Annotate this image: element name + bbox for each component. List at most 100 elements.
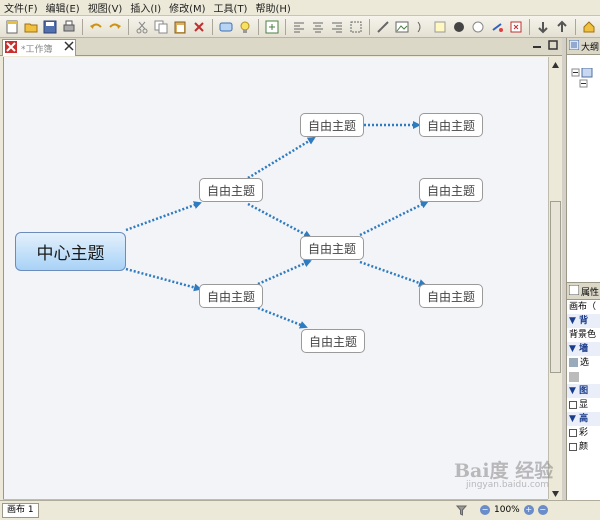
topic-node-top[interactable]: 自由主题 — [300, 113, 364, 137]
row-select[interactable]: 选 — [567, 356, 600, 370]
home-icon[interactable] — [581, 19, 597, 35]
vertical-scroll-thumb[interactable] — [550, 201, 561, 373]
toolbar-separator — [529, 18, 530, 35]
section-wallpaper[interactable]: ▼ 墙 — [567, 342, 600, 356]
topic-node-low[interactable]: 自由主题 — [301, 329, 365, 353]
print-icon[interactable] — [61, 19, 77, 35]
editor-area: *工作簿 中心主题 自由主题 自由主题 自由主题 自由主题 自由主题 自由主题 … — [0, 38, 562, 520]
hyperlink-icon[interactable] — [489, 19, 505, 35]
watermark-sub: jingyan.baidu.com — [466, 480, 550, 490]
paste-icon[interactable] — [172, 19, 188, 35]
close-tab-icon[interactable] — [64, 41, 74, 54]
redo-icon[interactable] — [107, 19, 123, 35]
topic-node-right-top[interactable]: 自由主题 — [419, 113, 483, 137]
toolbar-separator — [212, 18, 213, 35]
baidu-watermark: Bai度 经验 jingyan.baidu.com — [454, 456, 566, 496]
toolbar-separator — [285, 18, 286, 35]
link-topic-b-to-topic-mid — [257, 259, 312, 286]
zoom-reset-icon[interactable]: − — [537, 505, 548, 515]
undo-icon[interactable] — [88, 19, 104, 35]
checkbox-box[interactable] — [569, 400, 577, 409]
checkbox-gradient[interactable]: 颜 — [567, 440, 600, 454]
watermark-main: Bai度 经验 — [454, 460, 554, 482]
cut-icon[interactable] — [134, 19, 150, 35]
checkbox-show[interactable]: 显 — [567, 398, 600, 412]
link-central-to-topic-b — [125, 267, 202, 292]
properties-panel: 属性 画布（ ▼ 背 背景色 ▼ 墙 选 ▼ 图 显 ▼ 高 彩 颜 — [567, 282, 600, 500]
menu-insert[interactable]: 插入(I) — [128, 0, 167, 15]
boundary-icon[interactable] — [348, 19, 364, 35]
drill-down-icon[interactable] — [535, 19, 551, 35]
row-background-color: 背景色 — [569, 330, 597, 340]
tree-collapse-icon[interactable] — [571, 67, 593, 95]
zoom-controls: − 100% + − — [480, 505, 548, 515]
menu-bar: 文件(F) 编辑(E) 视图(V) 插入(I) 修改(M) 工具(T) 帮助(H… — [0, 0, 600, 16]
menu-tools[interactable]: 工具(T) — [212, 0, 254, 15]
maximize-icon[interactable] — [548, 40, 558, 53]
topic-node-a[interactable]: 自由主题 — [199, 178, 263, 202]
menu-help[interactable]: 帮助(H) — [253, 0, 296, 15]
bottom-bar: 画布 1 − 100% + − — [0, 500, 600, 520]
menu-view[interactable]: 视图(V) — [86, 0, 129, 15]
properties-subtitle: 画布（ — [569, 302, 597, 312]
map-structure-icon[interactable] — [264, 19, 280, 35]
topic-node-right-low[interactable]: 自由主题 — [419, 284, 483, 308]
zoom-in-icon[interactable]: + — [523, 505, 534, 515]
vertical-scrollbar[interactable] — [548, 57, 562, 499]
section-background[interactable]: ▼ 背 — [567, 314, 600, 328]
copy-icon[interactable] — [153, 19, 169, 35]
editor-tab-bar: *工作簿 — [0, 38, 562, 56]
topic-node-mid[interactable]: 自由主题 — [300, 236, 364, 260]
outline-tree — [571, 67, 593, 95]
menu-edit[interactable]: 编辑(E) — [44, 0, 86, 15]
section-advanced[interactable]: ▼ 高 — [567, 412, 600, 426]
image-icon[interactable] — [394, 19, 410, 35]
delete-icon[interactable] — [191, 19, 207, 35]
central-topic[interactable]: 中心主题 — [15, 232, 126, 271]
wallpaper-swatch[interactable] — [567, 370, 600, 384]
menu-file[interactable]: 文件(F) — [2, 0, 44, 15]
checkbox-box[interactable] — [569, 442, 577, 451]
topic-icon[interactable] — [218, 19, 234, 35]
toolbar-separator — [258, 18, 259, 35]
image-icon — [569, 358, 578, 367]
label-icon[interactable] — [470, 19, 486, 35]
outline-panel-title: 大纲 — [581, 42, 600, 53]
outline-panel-header[interactable]: 大纲 — [567, 38, 600, 55]
align-center-icon[interactable] — [310, 19, 326, 35]
save-icon[interactable] — [42, 19, 58, 35]
toolbar-separator — [369, 18, 370, 35]
section-legend[interactable]: ▼ 图 — [567, 384, 600, 398]
checkbox-color[interactable]: 彩 — [567, 426, 600, 440]
toolbar-separator — [128, 18, 129, 35]
scroll-up-icon[interactable] — [551, 59, 560, 72]
note-icon[interactable] — [432, 19, 448, 35]
align-left-icon[interactable] — [291, 19, 307, 35]
menu-modify[interactable]: 修改(M) — [167, 0, 211, 15]
filter-icon[interactable] — [455, 505, 468, 519]
properties-panel-header[interactable]: 属性 — [567, 283, 600, 300]
properties-icon — [568, 284, 580, 298]
topic-node-right-mid[interactable]: 自由主题 — [419, 178, 483, 202]
zoom-out-icon[interactable]: − — [480, 505, 490, 515]
align-right-icon[interactable] — [329, 19, 345, 35]
open-icon[interactable] — [23, 19, 39, 35]
properties-panel-title: 属性 — [581, 287, 600, 298]
attachment-icon[interactable] — [508, 19, 524, 35]
link-topic-a-to-topic-mid — [247, 202, 312, 239]
minimize-icon[interactable] — [532, 40, 542, 53]
sheet-tab[interactable]: 画布 1 — [2, 503, 39, 518]
summary-icon[interactable] — [413, 19, 429, 35]
xmind-logo-icon — [5, 40, 17, 56]
drill-up-icon[interactable] — [554, 19, 570, 35]
lightbulb-icon[interactable] — [237, 19, 253, 35]
marker-icon[interactable] — [451, 19, 467, 35]
relationship-icon[interactable] — [375, 19, 391, 35]
checkbox-box[interactable] — [569, 428, 577, 437]
mindmap-canvas[interactable]: 中心主题 自由主题 自由主题 自由主题 自由主题 自由主题 自由主题 自由主题 … — [3, 57, 548, 499]
zoom-level: 100% — [494, 505, 520, 515]
topic-node-b[interactable]: 自由主题 — [199, 284, 263, 308]
toolbar-separator — [82, 18, 83, 35]
new-icon[interactable] — [4, 19, 20, 35]
link-topic-mid-to-right-mid — [359, 200, 429, 237]
